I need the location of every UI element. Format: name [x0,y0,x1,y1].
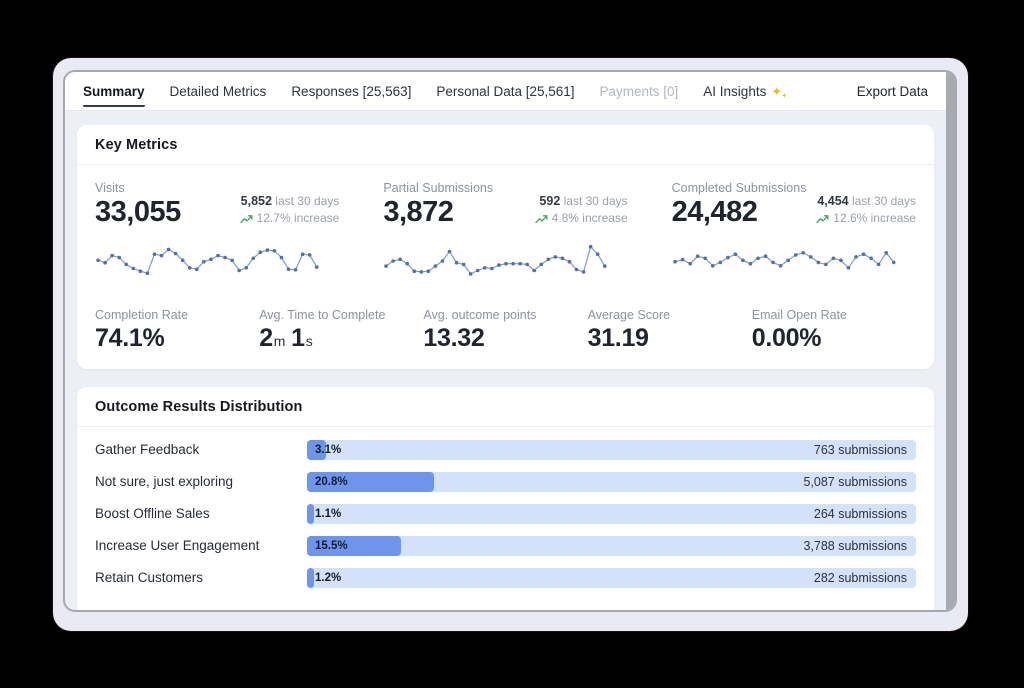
metric-value: 31.19 [588,325,752,353]
metric-completion-rate: Completion Rate 74.1% [95,308,259,353]
vertical-scrollbar[interactable] [946,72,955,610]
outcome-row: Retain Customers 1.2% 282 submissions [95,568,916,588]
metric-completed-submissions: Completed Submissions24,482 4,454 last 30… [672,181,916,284]
outcome-label: Boost Offline Sales [95,506,307,521]
recent-count: 5,852 [241,194,272,208]
outcome-submissions: 264 submissions [814,507,907,521]
outcome-percentage: 1.2% [315,572,341,584]
outcome-bar-track: 1.2% 282 submissions [307,568,916,588]
metric-average-score: Average Score 31.19 [588,308,752,353]
tab-label: Responses [25,563] [291,84,411,99]
trend-up-icon [816,214,830,224]
metric-label: Average Score [588,308,752,322]
metric-label: Completion Rate [95,308,259,322]
metric-visits: Visits33,055 5,852 last 30 days 12.7% incr… [95,181,339,284]
tab-payments-0[interactable]: Payments [0] [600,72,679,110]
outcome-percentage: 20.8% [315,476,348,488]
trend-text: 12.6% increase [833,210,916,227]
metric-value: 0.00% [752,325,916,353]
tab-responses-25-563[interactable]: Responses [25,563] [291,72,411,110]
metric-value: 24,482 [672,196,807,229]
metric-label: Partial Submissions [383,181,493,195]
outcome-label: Not sure, just exploring [95,474,307,489]
outcome-rows: Gather Feedback 3.1% 763 submissions Not su… [77,427,934,588]
sparkline-chart [672,236,897,284]
outcome-percentage: 1.1% [315,508,341,520]
metric-label: Avg. outcome points [423,308,587,322]
sparkle-icon: ✦✦ [771,85,782,98]
outcome-submissions: 282 submissions [814,571,907,585]
trend-text: 12.7% increase [257,210,340,227]
metric-avg-time-to-complete: Avg. Time to Complete 2m1s [259,308,423,353]
outcome-percentage: 3.1% [315,444,341,456]
recent-suffix: last 30 days [272,194,339,208]
outcome-row: Increase User Engagement 15.5% 3,788 submi… [95,536,916,556]
metric-recent-stat: 592 last 30 days 4.8% increase [535,181,628,228]
dashboard-content: Key Metrics Visits33,055 5,852 last 30 da… [65,111,946,610]
outcome-distribution-title: Outcome Results Distribution [77,387,934,427]
metric-label: Visits [95,181,181,195]
tab-label: Summary [83,84,145,99]
outcome-row: Boost Offline Sales 1.1% 264 submissions [95,504,916,524]
tab-label: Payments [0] [600,84,679,99]
recent-count: 592 [539,194,560,208]
metric-value: 2m1s [259,325,423,353]
trend-up-icon [240,214,254,224]
metric-value: 3,872 [383,196,493,229]
export-data-button[interactable]: Export Data [857,84,928,99]
tab-bar: Summary Detailed Metrics Responses [25,563… [65,72,946,111]
tab-label: AI Insights [703,84,766,99]
trend-text: 4.8% increase [552,210,628,227]
outcome-distribution-card: Outcome Results Distribution Gather Feed… [77,387,934,610]
tab-summary[interactable]: Summary [83,72,145,110]
app-window-frame: Summary Detailed Metrics Responses [25,563… [53,58,968,631]
recent-count: 4,454 [817,194,848,208]
outcome-submissions: 3,788 submissions [803,539,907,553]
key-metrics-title: Key Metrics [77,125,934,165]
metric-label: Email Open Rate [752,308,916,322]
recent-suffix: last 30 days [849,194,916,208]
outcome-bar-fill [307,504,314,524]
metric-value: 13.32 [423,325,587,353]
metric-recent-stat: 5,852 last 30 days 12.7% increase [240,181,340,228]
outcome-row: Not sure, just exploring 20.8% 5,087 submi… [95,472,916,492]
outcome-label: Increase User Engagement [95,538,307,553]
metric-partial-submissions: Partial Submissions3,872 592 last 30 days… [383,181,627,284]
trend-up-icon [535,214,549,224]
outcome-submissions: 763 submissions [814,443,907,457]
metric-label: Avg. Time to Complete [259,308,423,322]
dashboard-window: Summary Detailed Metrics Responses [25,563… [63,70,957,612]
outcome-label: Retain Customers [95,570,307,585]
metric-avg-outcome-points: Avg. outcome points 13.32 [423,308,587,353]
outcome-submissions: 5,087 submissions [803,475,907,489]
tab-detailed-metrics[interactable]: Detailed Metrics [170,72,267,110]
outcome-row: Gather Feedback 3.1% 763 submissions [95,440,916,460]
sparkline-chart [383,236,608,284]
outcome-bar-track: 1.1% 264 submissions [307,504,916,524]
tab-ai-insights[interactable]: AI Insights ✦✦ [703,72,782,110]
outcome-percentage: 15.5% [315,540,348,552]
primary-metrics-grid: Visits33,055 5,852 last 30 days 12.7% incr… [95,181,916,284]
key-metrics-card: Key Metrics Visits33,055 5,852 last 30 da… [77,125,934,369]
metric-recent-stat: 4,454 last 30 days 12.6% increase [816,181,916,228]
metric-label: Completed Submissions [672,181,807,195]
outcome-label: Gather Feedback [95,442,307,457]
recent-suffix: last 30 days [560,194,627,208]
outcome-bar-fill [307,568,314,588]
outcome-bar-track: 15.5% 3,788 submissions [307,536,916,556]
outcome-bar-track: 20.8% 5,087 submissions [307,472,916,492]
metric-email-open-rate: Email Open Rate 0.00% [752,308,916,353]
tab-label: Detailed Metrics [170,84,267,99]
tab-personal-data-25-561[interactable]: Personal Data [25,561] [436,72,574,110]
secondary-metrics-grid: Completion Rate 74.1%Avg. Time to Complet… [95,308,916,353]
tab-label: Personal Data [25,561] [436,84,574,99]
metric-value: 74.1% [95,325,259,353]
metric-value: 33,055 [95,196,181,229]
sparkline-chart [95,236,320,284]
outcome-bar-track: 3.1% 763 submissions [307,440,916,460]
